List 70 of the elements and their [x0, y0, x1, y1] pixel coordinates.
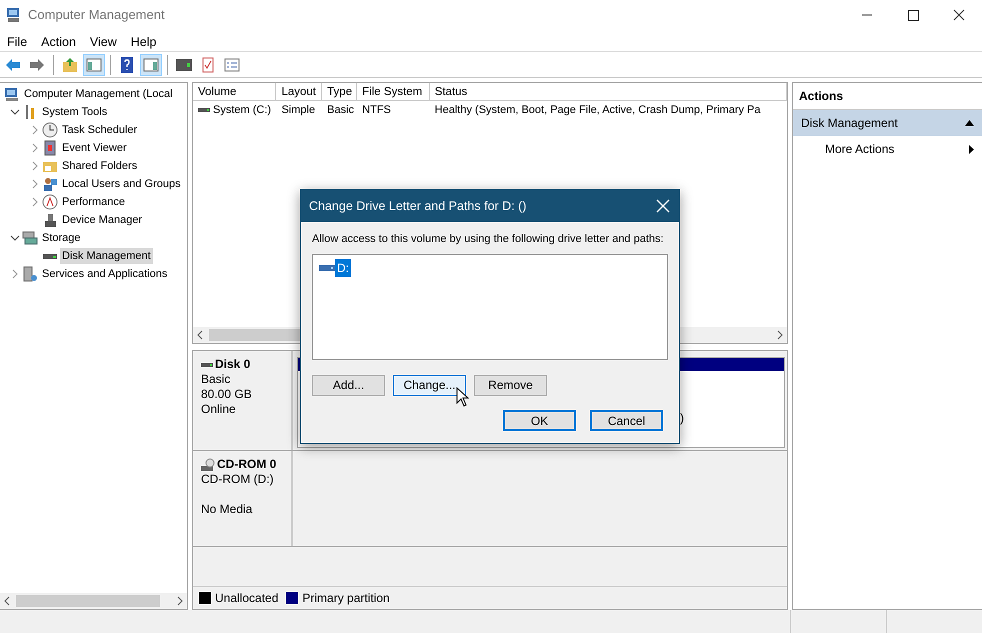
- gauge-icon: [42, 194, 58, 210]
- tree-item[interactable]: Performance: [60, 194, 127, 210]
- tree-item[interactable]: Device Manager: [60, 212, 144, 228]
- disk-info: 80.00 GB: [201, 387, 253, 402]
- tree-item[interactable]: Shared Folders: [60, 158, 140, 174]
- tree-item[interactable]: Event Viewer: [60, 140, 129, 156]
- dialog-prompt: Allow access to this volume by using the following drive letter and paths:: [312, 232, 665, 247]
- table-cell-text: System (C:): [213, 102, 272, 118]
- legend-label: Primary partition: [302, 590, 390, 607]
- table-cell: NTFS: [362, 104, 391, 116]
- toolbar-button[interactable]: [83, 54, 105, 76]
- pane-icon: [142, 56, 160, 74]
- menu-item[interactable]: File: [0, 30, 34, 51]
- pane-icon: [85, 56, 103, 74]
- app-icon: [6, 7, 22, 23]
- table-cell: Basic: [327, 104, 354, 116]
- log-icon: [42, 140, 58, 156]
- menu-item[interactable]: View: [82, 30, 124, 51]
- disk-drive-icon: [198, 106, 210, 114]
- column-header[interactable]: Volume: [193, 83, 276, 101]
- checklist-icon: [223, 56, 241, 74]
- window-title: Computer Management: [28, 6, 165, 24]
- table-cell: Simple: [281, 104, 316, 116]
- column-header[interactable]: Layout: [276, 83, 322, 101]
- menu-item[interactable]: Action: [34, 30, 83, 51]
- drive-icon: [319, 264, 335, 272]
- cursor-icon: [456, 386, 470, 406]
- button[interactable]: Cancel: [590, 410, 663, 430]
- cd-drive-icon: [201, 458, 215, 472]
- button[interactable]: Change...: [393, 374, 466, 396]
- disk-name: Disk 0: [215, 357, 250, 372]
- partition-label: ): [680, 410, 684, 427]
- action-group[interactable]: Disk Management: [793, 110, 982, 136]
- button[interactable]: OK: [503, 410, 576, 430]
- help-icon: [118, 56, 136, 74]
- clock-icon: [42, 122, 58, 138]
- legend-label: Unallocated: [215, 590, 278, 607]
- menu-item[interactable]: Help: [124, 30, 164, 51]
- tree-item[interactable]: Storage: [40, 230, 83, 246]
- toolbar-button[interactable]: [140, 54, 162, 76]
- users-icon: [42, 176, 58, 192]
- column-header[interactable]: Type: [322, 83, 358, 101]
- disk-info: No Media: [201, 502, 254, 517]
- column-header[interactable]: Status: [430, 83, 787, 101]
- list-item[interactable]: D:: [335, 258, 351, 276]
- computer-icon: [4, 86, 20, 102]
- tree-item[interactable]: Task Scheduler: [60, 122, 140, 138]
- scrollbar-thumb[interactable]: [16, 595, 160, 607]
- action-item[interactable]: More Actions: [793, 136, 982, 162]
- disk-info: CD-ROM (D:): [201, 472, 275, 487]
- tree-item[interactable]: System Tools: [40, 104, 110, 120]
- column-header[interactable]: File System: [357, 83, 430, 101]
- folder-up-icon: [61, 56, 79, 74]
- disk-info: Basic: [201, 372, 232, 387]
- disk-name: CD-ROM 0: [217, 457, 276, 472]
- disk-info: Online: [201, 402, 237, 417]
- submenu-arrow-icon: [969, 144, 974, 154]
- button[interactable]: Add...: [312, 374, 385, 396]
- tree-item[interactable]: Services and Applications: [40, 266, 170, 282]
- tree-item[interactable]: Local Users and Groups: [60, 176, 183, 192]
- storage-icon: [22, 230, 38, 246]
- device-icon: [42, 212, 58, 228]
- button[interactable]: Remove: [474, 374, 547, 396]
- server-icon: [22, 266, 38, 282]
- dialog-title: Change Drive Letter and Paths for D: (): [309, 198, 526, 215]
- table-cell: Healthy (System, Boot, Page File, Active, Crash Dump, Primary Pa: [434, 104, 761, 116]
- tree-item[interactable]: Computer Management (Local: [22, 86, 175, 102]
- tree-item[interactable]: Disk Management: [60, 248, 153, 264]
- collapse-arrow-icon[interactable]: [965, 120, 974, 126]
- disk-drive-icon: [201, 360, 213, 368]
